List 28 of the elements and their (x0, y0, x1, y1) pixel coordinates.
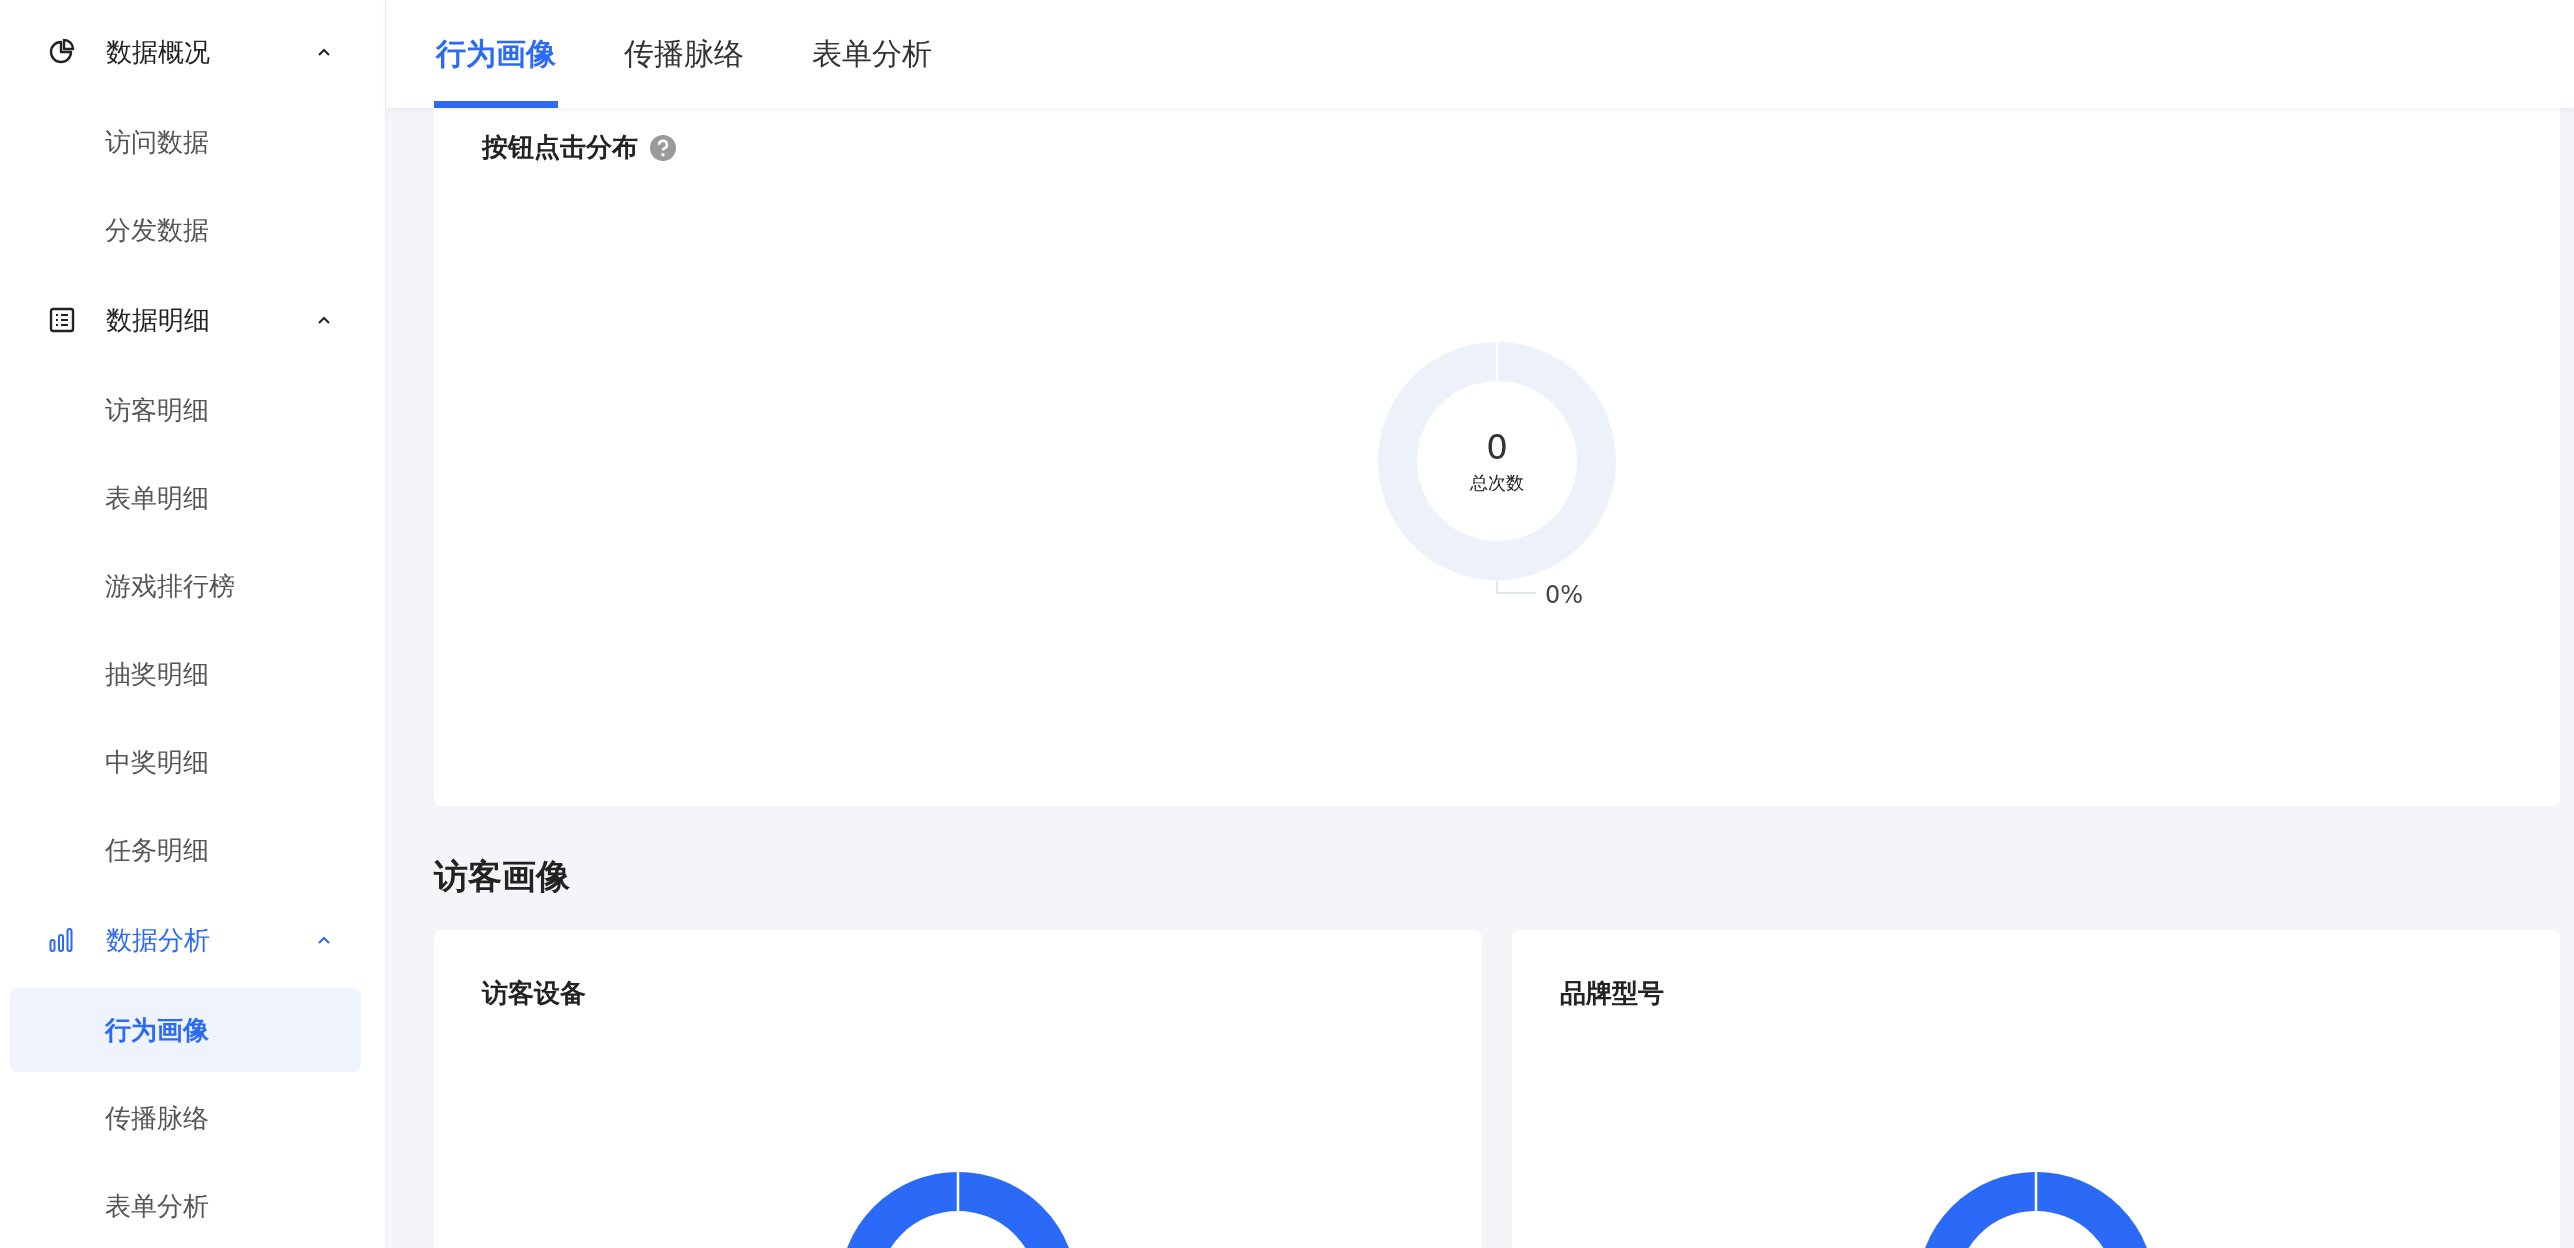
menu-item[interactable]: 游戏排行榜 (10, 544, 361, 628)
menu-item[interactable]: 传播脉络 (10, 1076, 361, 1160)
menu-group[interactable]: 数据概况 (0, 8, 385, 96)
menu-item[interactable]: 行为画像 (10, 988, 361, 1072)
menu-item[interactable]: 抽奖明细 (10, 632, 361, 716)
card-title: 访客设备 (482, 977, 587, 1010)
pie-chart-icon (48, 38, 76, 66)
bar-chart-icon (48, 926, 76, 954)
menu-item[interactable]: 分发数据 (10, 188, 361, 272)
tab[interactable]: 表单分析 (810, 0, 934, 108)
tab[interactable]: 传播脉络 (622, 0, 746, 108)
menu-group[interactable]: 数据分析 (0, 896, 385, 984)
total-label: 总次数 (1470, 471, 1524, 495)
menu-item[interactable]: 表单明细 (10, 456, 361, 540)
card-title: 按钮点击分布 (482, 131, 638, 164)
menu-group[interactable]: 数据明细 (0, 276, 385, 364)
list-icon (48, 306, 76, 334)
total-count: 0 (1486, 427, 1508, 467)
percent-label: 0% (1545, 581, 1584, 609)
card-title: 品牌型号 (1560, 977, 1665, 1010)
menu-item[interactable]: 中奖明细 (10, 720, 361, 804)
section-title: 访客画像 (434, 855, 571, 898)
menu-item[interactable]: 访客明细 (10, 368, 361, 452)
menu-item[interactable]: 访问数据 (10, 100, 361, 184)
help-icon (650, 134, 676, 161)
leader-line (1496, 581, 1538, 595)
menu-item[interactable]: 表单分析 (10, 1164, 361, 1248)
menu-item[interactable]: 任务明细 (10, 808, 361, 892)
